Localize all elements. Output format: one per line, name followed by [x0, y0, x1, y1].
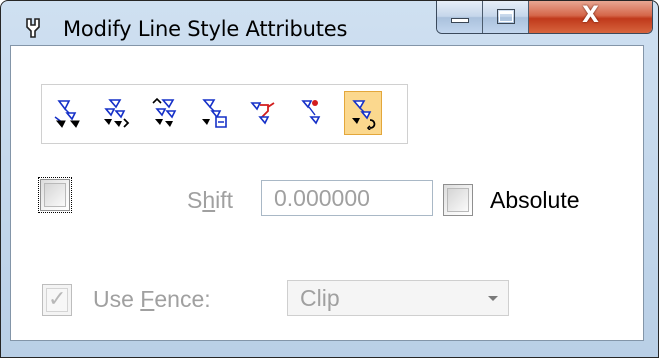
fence-mode-select[interactable]: Clip — [287, 280, 509, 316]
tool-bar — [41, 84, 408, 144]
dialog-window: Modify Line Style Attributes X Shift 0.0… — [0, 0, 659, 358]
linestyle-tool-3-icon — [152, 97, 177, 127]
caption-buttons: X — [436, 1, 653, 34]
shift-label: Shift — [187, 187, 234, 213]
dropdown-arrow-icon — [488, 296, 498, 301]
window-title: Modify Line Style Attributes — [63, 17, 348, 41]
linestyle-tool-5-button[interactable] — [245, 91, 283, 135]
linestyle-tool-4-button[interactable] — [195, 91, 233, 135]
linestyle-tool-4-icon — [202, 99, 227, 128]
maximize-icon — [497, 9, 515, 24]
absolute-label: Absolute — [490, 187, 580, 213]
close-button[interactable]: X — [529, 1, 652, 33]
linestyle-tool-7-button[interactable] — [344, 91, 382, 135]
shift-enable-checkbox[interactable] — [38, 177, 72, 213]
maximize-button[interactable] — [483, 1, 529, 33]
linestyle-tool-3-button[interactable] — [146, 91, 184, 135]
linestyle-tool-2-button[interactable] — [97, 91, 135, 135]
linestyle-tool-1-button[interactable] — [48, 91, 86, 135]
linestyle-tool-1-icon — [54, 100, 80, 128]
shift-input[interactable]: 0.000000 — [261, 180, 433, 216]
dialog-body: Shift 0.000000 Absolute ✓ Use Fence: Cli… — [10, 45, 644, 341]
absolute-checkbox[interactable] — [443, 184, 473, 216]
linestyle-tool-7-icon — [352, 100, 376, 130]
use-fence-label: Use Fence: — [93, 286, 211, 312]
use-fence-checkbox[interactable]: ✓ — [42, 284, 72, 316]
linestyle-tool-2-icon — [104, 99, 130, 128]
close-icon: X — [582, 3, 599, 28]
fence-mode-value: Clip — [300, 285, 340, 311]
linestyle-tool-5-icon — [250, 102, 275, 125]
linestyle-tool-6-button[interactable] — [294, 91, 332, 135]
minimize-icon — [451, 18, 469, 23]
linestyle-tool-6-icon — [301, 100, 321, 125]
minimize-button[interactable] — [437, 1, 483, 33]
app-icon — [26, 18, 40, 38]
title-bar[interactable]: Modify Line Style Attributes X — [1, 1, 658, 45]
checkmark-icon: ✓ — [48, 287, 67, 312]
